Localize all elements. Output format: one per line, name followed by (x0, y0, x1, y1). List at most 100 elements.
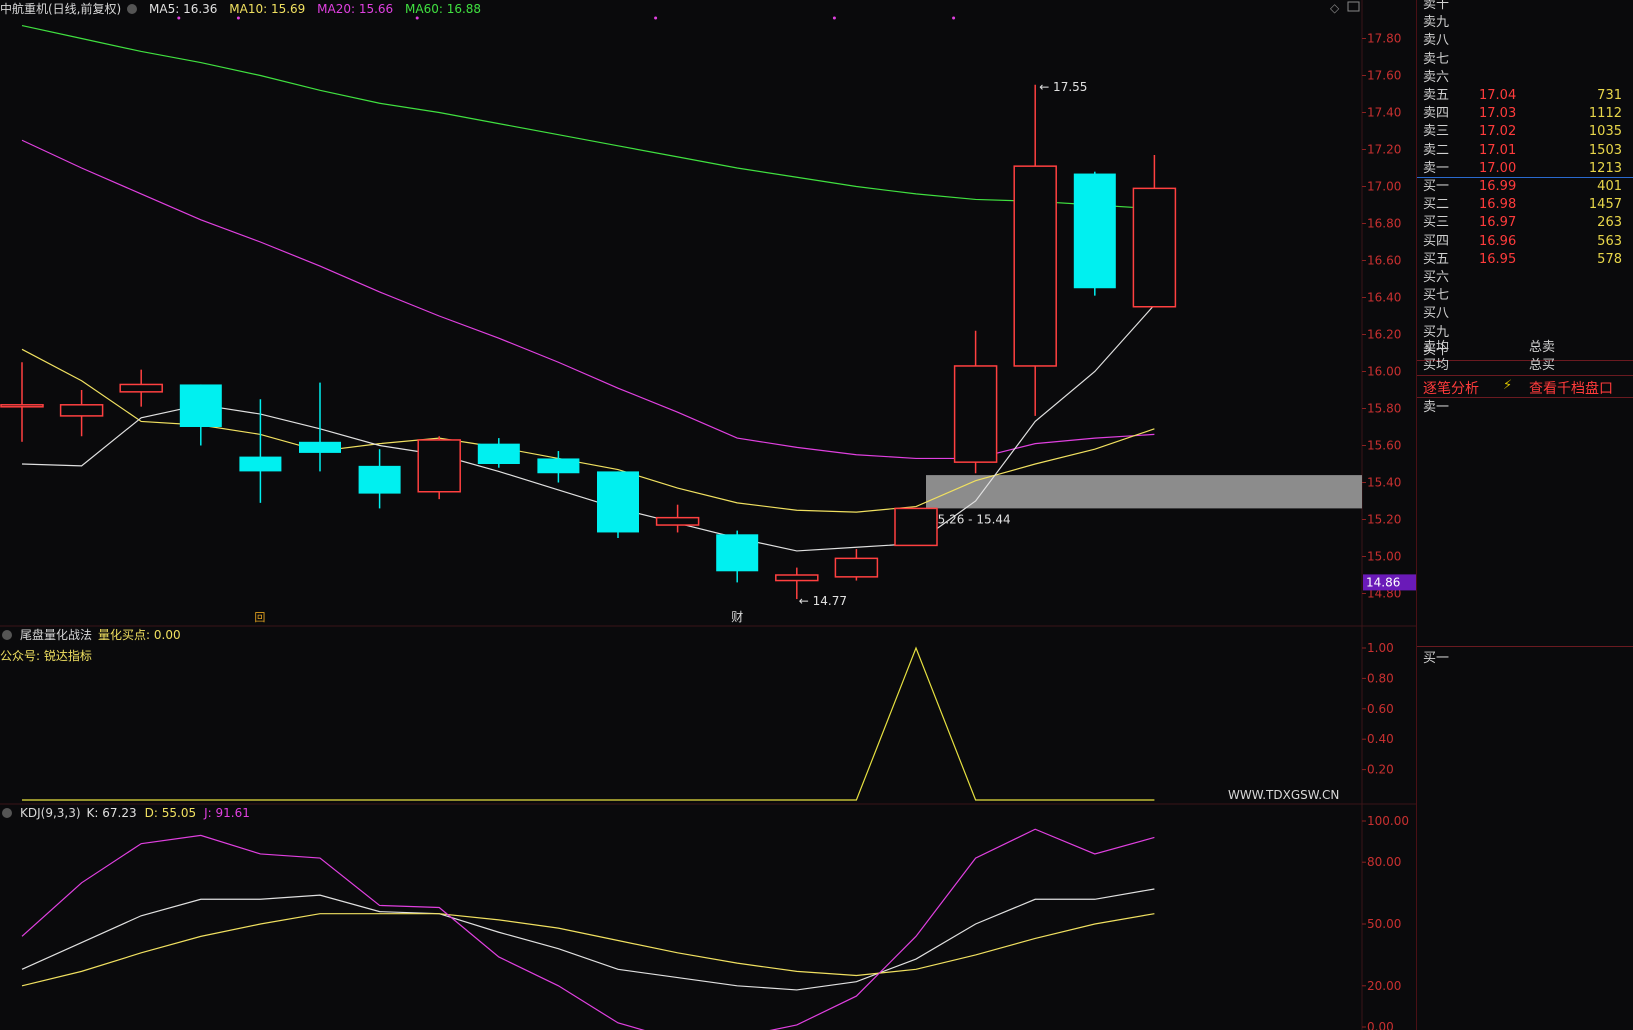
chevron-down-icon[interactable] (2, 629, 12, 640)
chevron-down-icon[interactable] (2, 807, 12, 818)
ask-label: 卖十 (1423, 0, 1450, 12)
bid-row[interactable]: 买三 16.97 263 (1417, 214, 1633, 232)
indicator1-value: 量化买点: 0.00 (98, 628, 181, 642)
bid-label: 买一 (1423, 179, 1450, 194)
y-tick-label: 15.40 (1367, 476, 1401, 490)
chart-area[interactable]: 17.80 17.60 17.40 17.20 17.00 16.80 16.60 16.40… (0, 0, 1416, 1030)
ask-row[interactable]: 卖三 17.02 1035 (1417, 123, 1633, 141)
y-tick-label: 50.00 (1367, 917, 1401, 931)
kdj-d-line (21, 913, 1155, 987)
watermark: WWW.TDXGSW.CN (1228, 788, 1340, 802)
ask-volume: 1213 (1588, 160, 1622, 176)
candle-body (1013, 165, 1057, 367)
bid-price: 16.99 (1479, 179, 1517, 194)
candle-body (894, 507, 938, 547)
ask-label: 卖八 (1423, 33, 1450, 49)
y-tick-label: 100.00 (1367, 814, 1409, 828)
ask-row[interactable]: 卖八 (1417, 32, 1633, 50)
signal-dot (952, 16, 956, 20)
lightning-icon: ⚡ (1503, 378, 1513, 393)
bid-volume: 1457 (1588, 197, 1622, 213)
indicator1-sub: 公众号: 锐达指标 (0, 647, 100, 665)
candle-body (655, 516, 700, 526)
chart-svg[interactable]: 17.80 17.60 17.40 17.20 17.00 16.80 16.60 16.40… (0, 0, 1416, 1030)
ask-label: 卖五 (1423, 88, 1450, 103)
kdj-d: D: 55.05 (144, 806, 197, 820)
divider (1417, 375, 1633, 376)
bid-label: 买二 (1423, 197, 1450, 213)
ask-row[interactable]: 卖九 (1417, 14, 1633, 32)
y-tick-label: 16.00 (1367, 365, 1401, 379)
divider (1417, 646, 1633, 647)
window-icon (1347, 1, 1360, 12)
bid-row[interactable]: 买八 (1417, 305, 1633, 323)
bid-row[interactable]: 买五 16.95 578 (1417, 251, 1633, 269)
candle-body (1073, 173, 1116, 289)
bid-row[interactable]: 买六 (1417, 269, 1633, 287)
ask-row[interactable]: 卖十 (1417, 0, 1633, 14)
ask-label: 卖六 (1423, 69, 1450, 85)
ask-row[interactable]: 卖一 17.00 1213 (1417, 160, 1633, 178)
bid-label: 买四 (1423, 233, 1450, 249)
bid-price: 16.98 (1479, 197, 1517, 213)
y-tick-label: 16.80 (1367, 217, 1401, 231)
bid-price: 16.96 (1479, 233, 1517, 249)
y-tick-label: 17.80 (1367, 32, 1401, 46)
ma10-label: MA10: 15.69 (229, 2, 306, 16)
tick-analysis-link[interactable]: 逐笔分析 (1423, 378, 1479, 398)
y-tick-label: 80.00 (1367, 855, 1401, 869)
y-tick-label: 15.80 (1367, 402, 1401, 416)
bid-label: 买五 (1423, 251, 1450, 267)
bid-row[interactable]: 买一 16.99 401 (1417, 178, 1633, 196)
indicator2-header: KDJ(9,3,3) K: 67.23 D: 55.05 J: 91.61 (0, 804, 258, 822)
y-tick-label: 15.00 (1367, 550, 1401, 564)
y-tick-label: 0.00 (1367, 1020, 1394, 1030)
ask-label: 卖九 (1423, 15, 1450, 31)
candle-body (477, 443, 520, 464)
ask-price: 17.04 (1479, 88, 1517, 103)
ask-price: 17.01 (1479, 142, 1517, 158)
bid-row[interactable]: 买七 (1417, 287, 1633, 305)
ask-label: 卖一 (1423, 160, 1450, 176)
ask-row[interactable]: 卖四 17.03 1112 (1417, 105, 1633, 123)
avg-row-sell: 卖均 总卖 (1417, 339, 1633, 357)
ask-price: 17.00 (1479, 160, 1517, 176)
low-label: ← 14.77 (799, 594, 847, 608)
ask-price: 17.03 (1479, 106, 1517, 122)
kdj-j-line (21, 828, 1155, 1030)
chevron-down-icon[interactable] (127, 3, 138, 14)
total-buy-label: 总买 (1529, 358, 1556, 373)
y-tick-label: 16.40 (1367, 291, 1401, 305)
y-tick-label: 16.60 (1367, 254, 1401, 268)
ask-volume: 731 (1597, 88, 1622, 103)
ask-volume: 1503 (1588, 142, 1622, 158)
bid-label: 买三 (1423, 215, 1450, 231)
ask-row[interactable]: 卖七 (1417, 51, 1633, 69)
kdj-j: J: 91.61 (204, 806, 250, 820)
signal-dot (832, 16, 836, 20)
bid-row[interactable]: 买四 16.96 563 (1417, 233, 1633, 251)
candle-body (358, 465, 401, 494)
y-tick-label: 0.60 (1367, 702, 1394, 716)
queue-buy1-label: 买一 (1423, 651, 1450, 666)
ask-row[interactable]: 卖六 (1417, 69, 1633, 87)
avg-buy-label: 买均 (1423, 358, 1450, 373)
candle-body (716, 534, 759, 572)
indicator1-subtitle: 公众号: 锐达指标 (0, 649, 92, 663)
bid-price: 16.97 (1479, 215, 1517, 231)
y-tick-label: 17.40 (1367, 106, 1401, 120)
candle-body (59, 404, 104, 417)
thousand-depth-link[interactable]: 查看千档盘口 (1529, 378, 1613, 398)
avg-row-buy: 买均 总买 (1417, 357, 1633, 375)
ask-row[interactable]: 卖五 17.04 731 (1417, 87, 1633, 105)
ask-label: 卖四 (1423, 106, 1450, 122)
indicator1-header: 尾盘量化战法 量化买点: 0.00 (0, 626, 189, 644)
ma60-label: MA60: 16.88 (405, 2, 482, 16)
bid-row[interactable]: 买二 16.98 1457 (1417, 196, 1633, 214)
stock-title: 中航重机(日线,前复权) (0, 2, 122, 16)
bid-price: 16.95 (1479, 251, 1517, 267)
y-tick-label: 17.60 (1367, 69, 1401, 83)
marker-hui: 回 (254, 611, 265, 624)
ask-row[interactable]: 卖二 17.01 1503 (1417, 142, 1633, 160)
candle-body (537, 458, 580, 474)
